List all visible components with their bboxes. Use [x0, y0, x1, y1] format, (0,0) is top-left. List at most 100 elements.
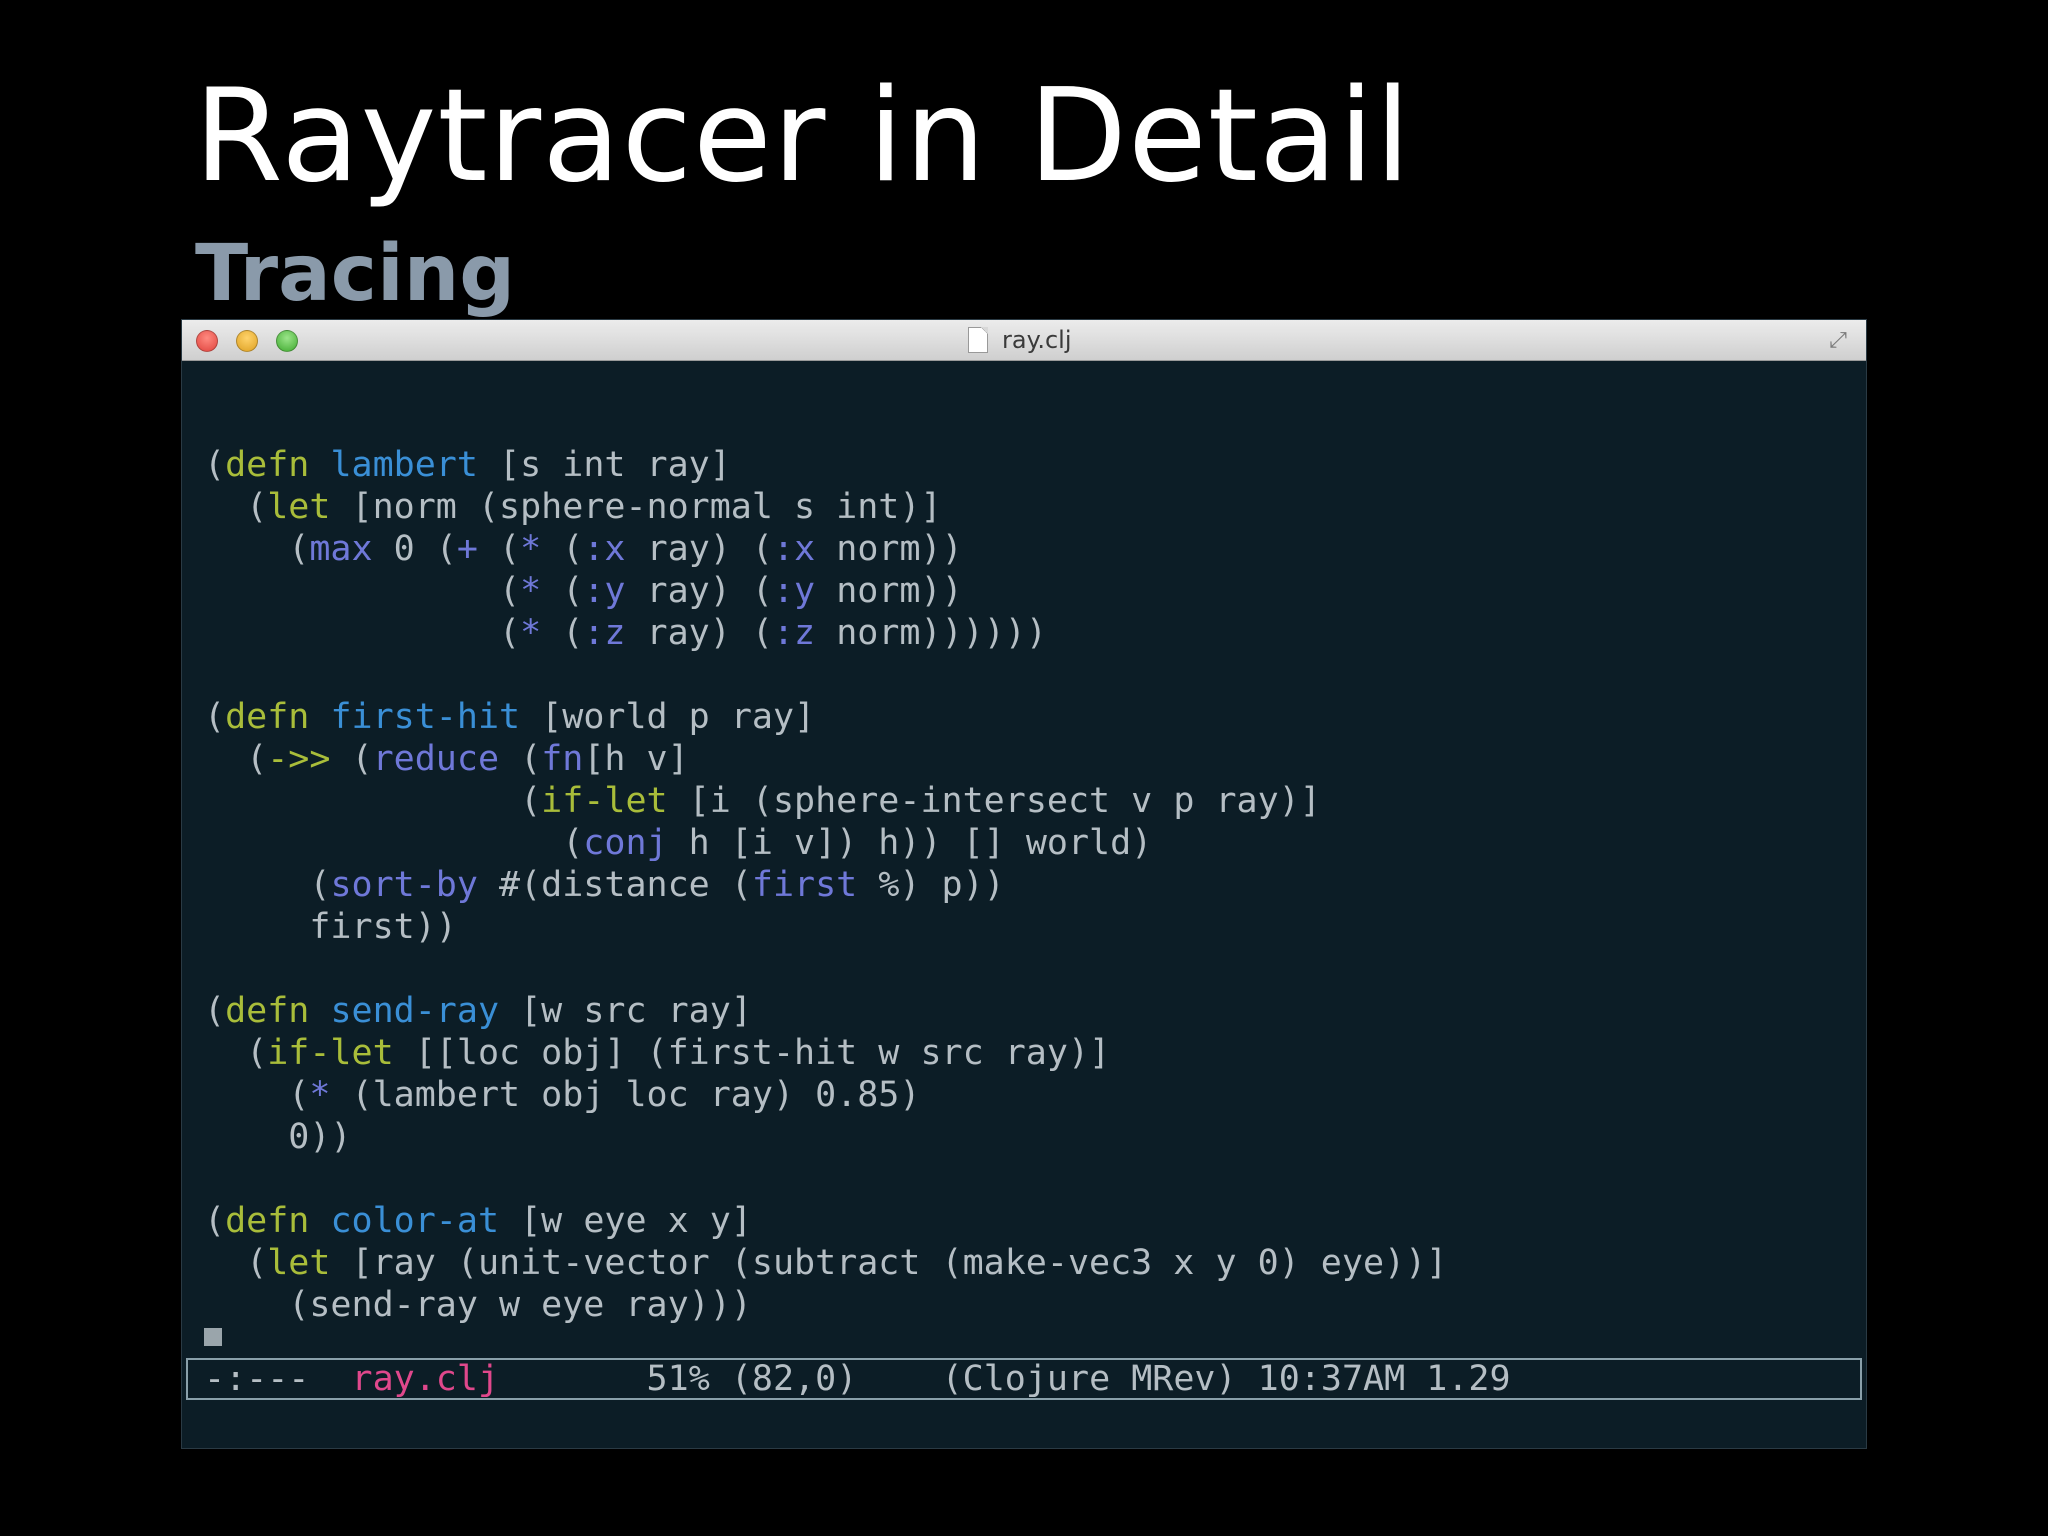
- code-line[interactable]: (* (:z ray) (:z norm)))))): [204, 612, 1844, 654]
- code-token: *: [309, 1075, 331, 1115]
- code-token: *: [520, 613, 542, 653]
- window-title: ray.clj: [1002, 326, 1072, 354]
- code-token: conj: [583, 823, 668, 863]
- code-token: 0)): [204, 1117, 352, 1157]
- code-token: [norm (sphere-normal s int)]: [330, 487, 942, 527]
- code-token: [s int ray]: [477, 445, 731, 485]
- code-line[interactable]: (defn lambert [s int ray]: [204, 444, 1844, 486]
- code-token: :x: [773, 529, 816, 569]
- code-line[interactable]: (if-let [[loc obj] (first-hit w src ray)…: [204, 1032, 1844, 1074]
- code-token: (: [204, 613, 521, 653]
- modeline-buffer-name: ray.clj: [351, 1359, 500, 1399]
- code-line[interactable]: (conj h [i v]) h)) [] world): [204, 822, 1844, 864]
- code-line[interactable]: (let [ray (unit-vector (subtract (make-v…: [204, 1242, 1844, 1284]
- modeline-load: 1.29: [1426, 1359, 1511, 1399]
- code-token: (: [204, 445, 226, 485]
- code-token: if-let: [267, 1033, 394, 1073]
- code-token: first-hit: [330, 697, 521, 737]
- slide-subtitle: Tracing: [195, 229, 516, 319]
- code-token: [ray (unit-vector (subtract (make-vec3 x…: [330, 1243, 1448, 1283]
- code-token: #(distance (: [477, 865, 752, 905]
- code-token: defn: [225, 445, 310, 485]
- code-line[interactable]: [204, 1158, 1844, 1200]
- code-token: :z: [583, 613, 626, 653]
- code-line[interactable]: [204, 402, 1844, 444]
- code-token: [i (sphere-intersect v p ray)]: [667, 781, 1321, 821]
- code-token: let: [267, 1243, 331, 1283]
- code-line[interactable]: [204, 654, 1844, 696]
- code-token: first)): [204, 907, 457, 947]
- code-token: %) p)): [857, 865, 1005, 905]
- code-token: ->>: [267, 739, 331, 779]
- code-token: (: [204, 739, 268, 779]
- modeline-position: 51% (82,0): [646, 1359, 858, 1399]
- code-token: :x: [583, 529, 626, 569]
- code-token: sort-by: [330, 865, 478, 905]
- code-token: (lambert obj loc ray) 0.85): [330, 1075, 921, 1115]
- code-line[interactable]: (* (:y ray) (:y norm)): [204, 570, 1844, 612]
- slide-title: Raytracer in Detail: [194, 62, 1412, 211]
- document-icon: [968, 327, 988, 353]
- code-token: (: [204, 1075, 310, 1115]
- code-token: [world p ray]: [520, 697, 816, 737]
- code-token: [h v]: [583, 739, 689, 779]
- code-token: *: [520, 529, 542, 569]
- code-token: defn: [225, 1201, 310, 1241]
- code-token: :z: [772, 613, 816, 653]
- code-token: h [i v]) h)) [] world): [667, 823, 1153, 863]
- code-token: defn: [225, 697, 310, 737]
- code-line[interactable]: 0)): [204, 1116, 1844, 1158]
- code-line[interactable]: (let [norm (sphere-normal s int)]: [204, 486, 1844, 528]
- code-line[interactable]: (sort-by #(distance (first %) p)): [204, 864, 1844, 906]
- code-token: if-let: [541, 781, 668, 821]
- code-token: (: [499, 739, 542, 779]
- code-line[interactable]: (max 0 (+ (* (:x ray) (:x norm)): [204, 528, 1844, 570]
- code-token: 0 (: [372, 529, 457, 569]
- code-line[interactable]: (defn send-ray [w src ray]: [204, 990, 1844, 1032]
- window-titlebar[interactable]: ray.clj ⤢: [182, 320, 1866, 361]
- code-token: (: [541, 571, 584, 611]
- code-line[interactable]: (defn first-hit [world p ray]: [204, 696, 1844, 738]
- code-token: first: [751, 865, 858, 905]
- code-line[interactable]: (send-ray w eye ray))): [204, 1284, 1844, 1326]
- minimize-icon[interactable]: [236, 330, 258, 352]
- code-token: (: [541, 529, 584, 569]
- code-token: norm)): [815, 529, 963, 569]
- code-token: (: [204, 991, 226, 1031]
- code-token: *: [520, 571, 542, 611]
- code-token: :y: [772, 571, 816, 611]
- code-line[interactable]: (if-let [i (sphere-intersect v p ray)]: [204, 780, 1844, 822]
- code-line[interactable]: (* (lambert obj loc ray) 0.85): [204, 1074, 1844, 1116]
- code-line[interactable]: (defn color-at [w eye x y]: [204, 1200, 1844, 1242]
- code-token: reduce: [372, 739, 500, 779]
- code-line[interactable]: [204, 948, 1844, 990]
- code-token: norm)): [815, 571, 963, 611]
- zoom-icon[interactable]: [276, 330, 298, 352]
- code-token: (: [204, 571, 521, 611]
- code-line[interactable]: [204, 1326, 1844, 1346]
- modeline-status: -:---: [204, 1359, 310, 1399]
- code-token: ray) (: [625, 529, 774, 569]
- code-line[interactable]: (->> (reduce (fn[h v]: [204, 738, 1844, 780]
- code-token: (: [204, 1201, 226, 1241]
- code-token: max: [309, 529, 373, 569]
- code-token: (: [204, 781, 542, 821]
- code-token: (: [541, 613, 584, 653]
- modeline-time: 10:37AM: [1257, 1359, 1406, 1399]
- code-token: (: [204, 1033, 268, 1073]
- code-token: color-at: [330, 1201, 500, 1241]
- code-token: ray) (: [625, 613, 773, 653]
- code-line[interactable]: first)): [204, 906, 1844, 948]
- code-editor[interactable]: (defn lambert [s int ray] (let [norm (sp…: [204, 402, 1844, 1346]
- code-token: (: [477, 529, 521, 569]
- editor-window: ray.clj ⤢ (defn lambert [s int ray] (let…: [182, 320, 1866, 1448]
- modeline-mode: (Clojure MRev): [941, 1359, 1237, 1399]
- code-token: (: [204, 865, 331, 905]
- text-cursor: [204, 1328, 222, 1346]
- close-icon[interactable]: [196, 330, 218, 352]
- fullscreen-icon[interactable]: ⤢: [1826, 329, 1850, 353]
